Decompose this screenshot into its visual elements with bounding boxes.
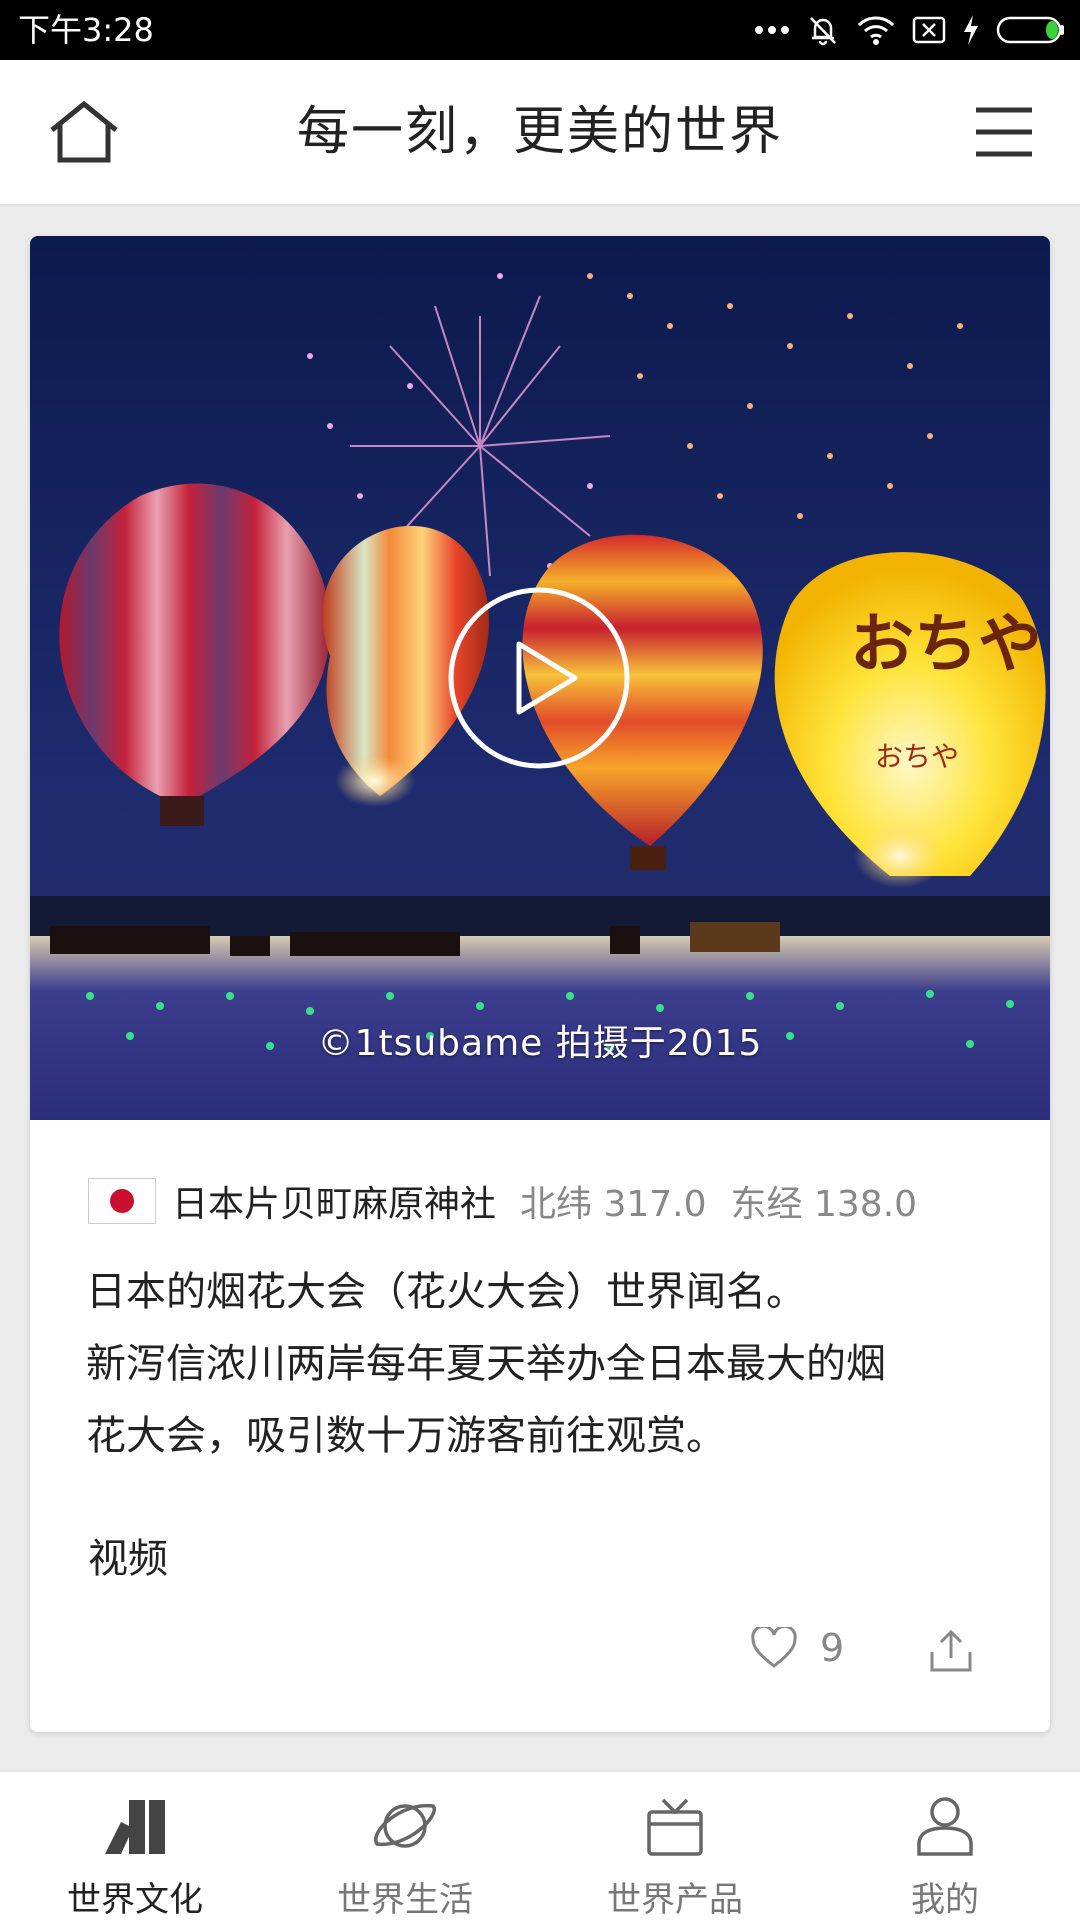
location-row: 日本片贝町麻原神社 北纬 317.0 东经 138.0 [88,1176,941,1226]
location-name: 日本片贝町麻原神社 [172,1184,497,1225]
tab-world-products[interactable]: 世界产品 [540,1772,810,1922]
photo-credit: ©1tsubame 拍摄于2015 [317,1023,763,1064]
description-line: 日本的烟花大会（花火大会）世界闻名。 [86,1269,806,1315]
play-button-icon[interactable] [445,584,633,772]
gift-box-icon [647,1798,703,1856]
app-header: 每一刻，更美的世界 [0,60,1080,206]
bottom-tab-bar: 世界文化 世界生活 世界产品 我的 [0,1770,1080,1922]
tab-world-life[interactable]: 世界生活 [270,1772,540,1922]
balloon-lettering-small: おちや [875,740,959,773]
planet-icon [374,1804,436,1848]
japan-flag-icon [88,1178,156,1224]
story-description: 日本的烟花大会（花火大会）世界闻名。 新泻信浓川两岸每年夏天举办全日本最大的烟 … [86,1256,1016,1472]
share-icon[interactable] [928,1628,974,1674]
balloon-lettering: おちや [850,607,1042,682]
wifi-icon [857,16,895,45]
tab-label: 世界生活 [337,1880,473,1920]
story-card[interactable]: おちや おちや ©1tsubame 拍摄于2015 日本片贝町麻原神社 北纬 3… [30,236,1050,1732]
status-bar: 下午3:28 [0,0,1080,60]
charging-icon [964,15,978,45]
tab-label: 世界产品 [607,1880,743,1920]
battery-icon [996,16,1064,44]
tab-label: 我的 [911,1880,979,1920]
category-tag[interactable]: 视频 [88,1526,168,1584]
description-line: 新泻信浓川两岸每年夏天举办全日本最大的烟 [86,1341,886,1387]
bell-off-icon [810,17,836,46]
like-count: 9 [820,1626,845,1670]
longitude: 东经 138.0 [730,1184,918,1225]
person-icon [917,1797,973,1856]
tab-label: 世界文化 [67,1880,203,1920]
latitude: 北纬 317.0 [520,1184,707,1225]
status-time: 下午3:28 [18,11,154,49]
page-title: 每一刻，更美的世界 [296,102,783,162]
description-line: 花大会，吸引数十万游客前往观赏。 [86,1413,726,1459]
like-button[interactable]: 9 [750,1626,844,1670]
heart-icon [751,1627,797,1668]
menu-icon[interactable] [974,104,1034,160]
books-icon [105,1800,165,1854]
no-sim-icon [912,16,946,44]
tab-world-culture[interactable]: 世界文化 [0,1772,270,1922]
tab-mine[interactable]: 我的 [810,1772,1080,1922]
status-icons [754,12,1066,48]
more-dots-icon [755,26,789,34]
